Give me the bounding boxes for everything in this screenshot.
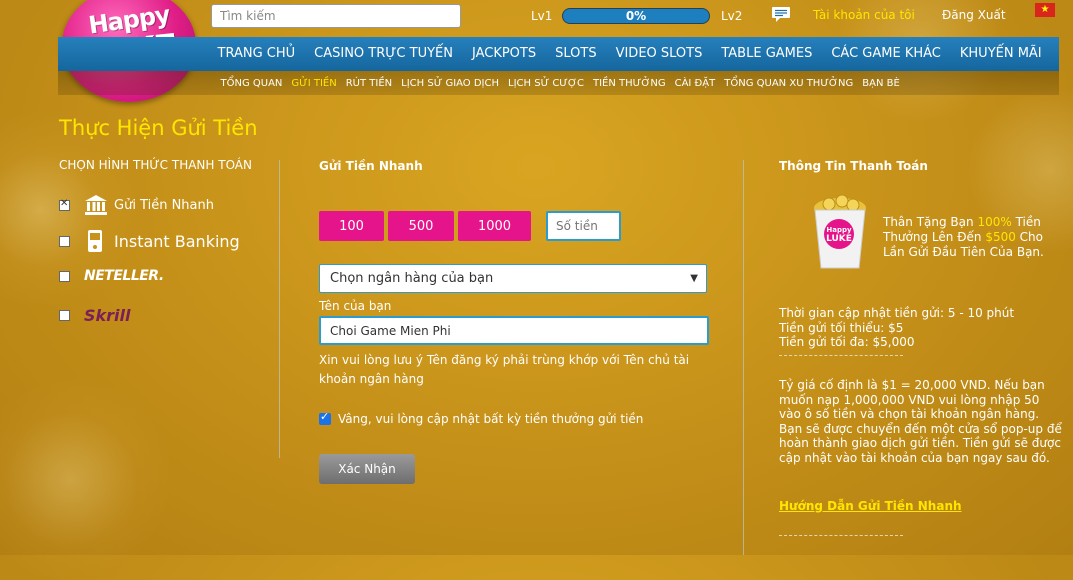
bonus-checkbox[interactable]	[319, 410, 331, 425]
promo-text: Thân Tặng Bạn 100% Tiền Thưởng Lên Đến $…	[883, 215, 1053, 260]
subnav-item[interactable]: TIỀN THƯỞNG	[589, 71, 671, 95]
amount-500-button[interactable]: 500	[388, 211, 454, 241]
payment-method-neteller[interactable]: NETELLER.	[59, 268, 164, 284]
page-title: Thực Hiện Gửi Tiền	[59, 116, 258, 140]
bucket-logo-text-top: Happy	[826, 226, 852, 234]
promo-amount: $500	[985, 230, 1016, 244]
bank-select-value: Chọn ngân hàng của bạn	[330, 271, 494, 286]
bucket-logo-text-bottom: LUKE	[826, 234, 852, 244]
bank-select[interactable]: Chọn ngân hàng của bạn ▼	[319, 264, 707, 293]
max-deposit: Tiền gửi tối đa: $5,000	[779, 335, 915, 349]
subnav-item[interactable]: TỔNG QUAN XU THƯỞNG	[720, 71, 858, 95]
name-field-label: Tên của bạn	[319, 299, 392, 313]
subnav-item[interactable]: TỔNG QUAN	[216, 71, 287, 95]
mobile-banking-icon	[88, 230, 102, 252]
neteller-logo: NETELLER.	[84, 268, 164, 284]
method-label: Instant Banking	[114, 231, 240, 251]
dashed-divider	[779, 535, 903, 536]
subnav-item[interactable]: GỬI TIỀN	[287, 71, 341, 95]
exchange-rate-info: Tỷ giá cố định là $1 = 20,000 VND. Nếu b…	[779, 378, 1062, 465]
amount-input[interactable]	[546, 211, 621, 241]
amount-1000-button[interactable]: 1000	[458, 211, 531, 241]
dashed-divider	[779, 355, 903, 356]
nav-item[interactable]: CASINO TRỰC TUYẾN	[305, 37, 463, 71]
min-deposit: Tiền gửi tối thiểu: $5	[779, 320, 904, 335]
payment-method-instant-banking[interactable]: Instant Banking	[59, 230, 240, 252]
level-progress-bar: 0%	[562, 8, 710, 24]
nav-item[interactable]: VIDEO SLOTS	[606, 37, 712, 71]
main-nav: TRANG CHỦ CASINO TRỰC TUYẾN JACKPOTS SLOTS V…	[58, 37, 1059, 71]
my-account-link[interactable]: Tài khoản của tôi	[813, 8, 915, 22]
quick-deposit-guide-link[interactable]: Hướng Dẫn Gửi Tiền Nhanh	[779, 499, 962, 513]
name-match-note: Xin vui lòng lưu ý Tên đăng ký phải trùn…	[319, 353, 690, 386]
deposit-form-heading: Gửi Tiền Nhanh	[319, 159, 423, 173]
nav-item[interactable]: JACKPOTS	[462, 37, 545, 71]
level-current: Lv1	[531, 9, 553, 23]
column-divider	[279, 160, 280, 458]
level-progress-text: 0%	[625, 9, 647, 23]
payment-method-quick-deposit[interactable]: Gửi Tiền Nhanh	[59, 194, 214, 216]
logout-link[interactable]: Đăng Xuất	[942, 8, 1006, 22]
firework-decoration	[0, 380, 180, 580]
method-label: Gửi Tiền Nhanh	[114, 197, 214, 213]
account-subnav: TỔNG QUAN GỬI TIỀN RÚT TIỀN LỊCH SỬ GIAO DỊ…	[58, 71, 1059, 95]
search-input[interactable]	[211, 4, 461, 28]
method-checkbox[interactable]	[59, 310, 70, 321]
method-checkbox[interactable]	[59, 198, 70, 211]
bonus-option[interactable]: Vâng, vui lòng cập nhật bất kỳ tiền thưở…	[319, 410, 644, 426]
chat-icon[interactable]	[771, 6, 791, 22]
promo-text-part: Thân Tặng Bạn	[883, 215, 978, 229]
submit-button[interactable]: Xác Nhận	[319, 454, 415, 484]
nav-item[interactable]: TRANG CHỦ	[208, 37, 305, 71]
update-time: Thời gian cập nhật tiền gửi: 5 - 10 phút	[779, 306, 1015, 320]
vietnam-flag-icon[interactable]: ★	[1035, 3, 1055, 17]
nav-item[interactable]: CÁC GAME KHÁC	[822, 37, 951, 71]
amount-100-button[interactable]: 100	[319, 211, 384, 241]
bonus-label: Vâng, vui lòng cập nhật bất kỳ tiền thưở…	[338, 412, 644, 426]
subnav-item[interactable]: RÚT TIỀN	[341, 71, 396, 95]
dropdown-arrow-icon: ▼	[690, 273, 698, 284]
nav-item[interactable]: SLOTS	[546, 37, 606, 71]
skrill-logo: Skrill	[84, 306, 131, 325]
method-checkbox[interactable]	[59, 235, 70, 247]
coin-bucket-icon: Happy LUKE	[814, 194, 866, 269]
level-next: Lv2	[721, 9, 743, 23]
nav-item[interactable]: KHUYẾN MÃI	[950, 37, 1051, 71]
method-checkbox[interactable]	[59, 270, 70, 282]
subnav-item[interactable]: LỊCH SỬ CƯỢC	[504, 71, 589, 95]
nav-item[interactable]: TABLE GAMES	[712, 37, 822, 71]
deposit-limits: Thời gian cập nhật tiền gửi: 5 - 10 phút…	[779, 306, 1064, 350]
subnav-item[interactable]: CÀI ĐẶT	[670, 71, 720, 95]
bank-icon	[85, 195, 107, 215]
payment-methods-heading: CHỌN HÌNH THỨC THANH TOÁN	[59, 158, 252, 172]
payment-info-heading: Thông Tin Thanh Toán	[779, 159, 928, 173]
subnav-item[interactable]: LỊCH SỬ GIAO DỊCH	[397, 71, 504, 95]
payment-method-skrill[interactable]: Skrill	[59, 306, 131, 325]
subnav-item[interactable]: BẠN BÈ	[858, 71, 905, 95]
column-divider	[743, 160, 744, 555]
name-input[interactable]	[319, 316, 709, 345]
promo-percent: 100%	[977, 215, 1012, 229]
